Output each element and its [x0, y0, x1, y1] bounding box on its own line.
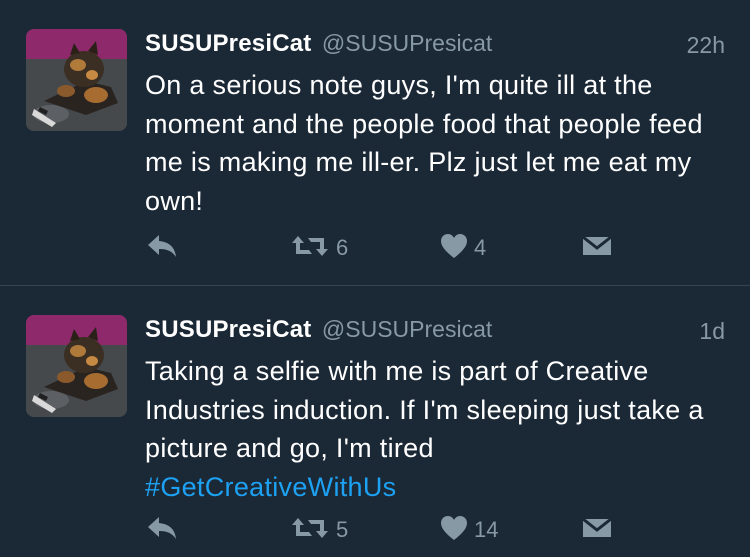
tweet-body: Taking a selfie with me is part of Creat… — [145, 356, 704, 463]
tweet-actions: 6 4 — [0, 228, 750, 268]
retweet-icon — [290, 516, 330, 545]
tweet[interactable]: SUSUPresiCat @SUSUPresicat 22h On a seri… — [0, 0, 750, 285]
reply-icon — [146, 515, 178, 546]
retweet-count: 5 — [336, 517, 349, 542]
avatar[interactable] — [26, 29, 127, 131]
direct-message-button[interactable] — [582, 510, 612, 550]
tweet-header: SUSUPresiCat @SUSUPresicat 22h — [145, 30, 725, 62]
retweet-button[interactable]: 6 — [290, 228, 348, 268]
hashtag-link[interactable]: #GetCreativeWithUs — [145, 468, 735, 507]
reply-button[interactable] — [146, 510, 178, 550]
retweet-count: 6 — [336, 235, 349, 260]
direct-message-icon — [582, 233, 612, 264]
reply-button[interactable] — [146, 228, 178, 268]
tweet-header: SUSUPresiCat @SUSUPresicat 1d — [145, 316, 725, 348]
display-name[interactable]: SUSUPresiCat — [145, 30, 311, 57]
display-name[interactable]: SUSUPresiCat — [145, 316, 311, 343]
like-icon — [440, 515, 468, 546]
retweet-button[interactable]: 5 — [290, 510, 348, 550]
tweet-text: Taking a selfie with me is part of Creat… — [145, 352, 735, 506]
like-button[interactable]: 14 — [440, 510, 498, 550]
tweet[interactable]: SUSUPresiCat @SUSUPresicat 1d Taking a s… — [0, 286, 750, 557]
tweet-text: On a serious note guys, I'm quite ill at… — [145, 66, 735, 220]
avatar[interactable] — [26, 315, 127, 417]
like-button[interactable]: 4 — [440, 228, 486, 268]
like-count: 4 — [474, 235, 487, 260]
user-handle[interactable]: @SUSUPresicat — [322, 316, 492, 342]
direct-message-icon — [582, 515, 612, 546]
retweet-icon — [290, 234, 330, 263]
tweet-actions: 5 14 — [0, 510, 750, 550]
tweet-body: On a serious note guys, I'm quite ill at… — [145, 70, 703, 216]
timestamp[interactable]: 1d — [699, 318, 725, 345]
reply-icon — [146, 233, 178, 264]
direct-message-button[interactable] — [582, 228, 612, 268]
like-count: 14 — [474, 517, 499, 542]
timestamp[interactable]: 22h — [687, 32, 725, 59]
tweet-timeline: SUSUPresiCat @SUSUPresicat 22h On a seri… — [0, 0, 750, 557]
user-handle[interactable]: @SUSUPresicat — [322, 30, 492, 56]
like-icon — [440, 233, 468, 264]
